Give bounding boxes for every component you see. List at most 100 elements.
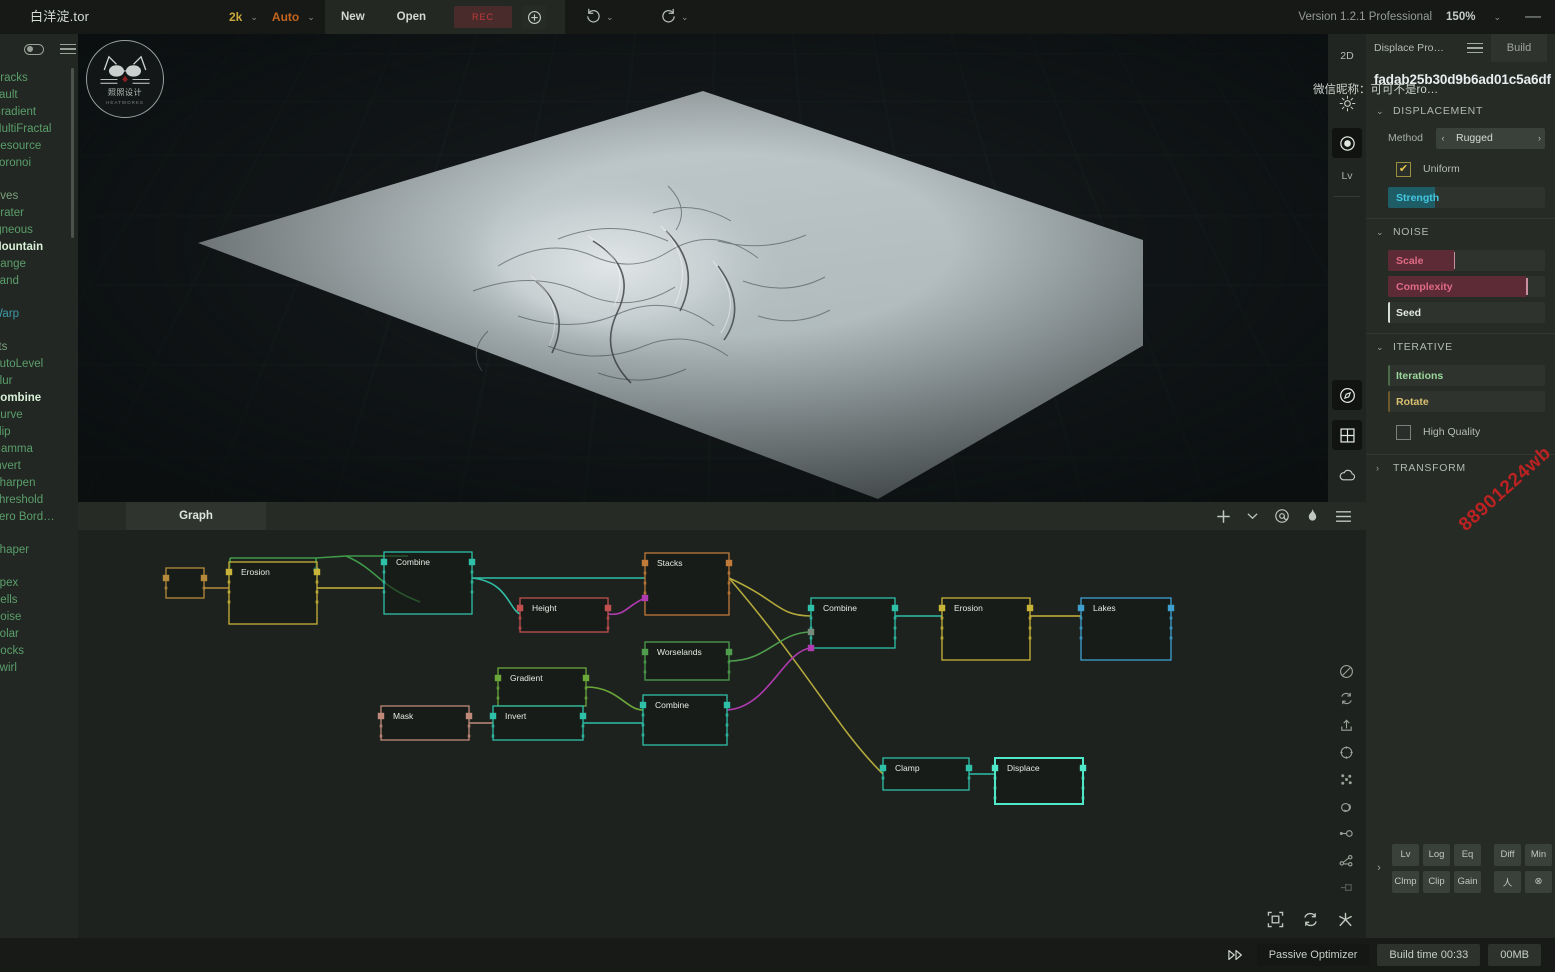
graph-node-port[interactable] bbox=[1167, 604, 1175, 612]
mode-value[interactable]: Auto bbox=[268, 10, 303, 24]
viewport-3d[interactable]: 照照设计 HEATWORKS bbox=[78, 34, 1368, 502]
graph-node-port-small[interactable] bbox=[893, 626, 897, 630]
graph-node-port[interactable] bbox=[807, 628, 815, 636]
graph-node-port-small[interactable] bbox=[1081, 796, 1085, 800]
graph-node-clamp[interactable]: Clamp bbox=[879, 757, 973, 791]
graph-node-port-small[interactable] bbox=[496, 686, 500, 690]
sidebar-item-shaper[interactable]: Shaper bbox=[0, 542, 78, 559]
zoom-level[interactable]: 150% bbox=[1446, 11, 1475, 23]
sidebar-item-voronoi[interactable]: Voronoi bbox=[0, 155, 78, 172]
chevron-down-icon[interactable]: ⌄ bbox=[1376, 342, 1385, 353]
high-quality-row[interactable]: High Quality bbox=[1396, 420, 1555, 444]
graph-node-port-small[interactable] bbox=[725, 723, 729, 727]
redo-chevron-down-icon[interactable]: ⌄ bbox=[681, 12, 689, 23]
scatter-icon[interactable] bbox=[1339, 772, 1354, 787]
min-button[interactable]: Min bbox=[1525, 843, 1552, 866]
graph-node-port[interactable] bbox=[991, 764, 999, 772]
graph-node-port-small[interactable] bbox=[641, 723, 645, 727]
graph-node-port-small[interactable] bbox=[606, 626, 610, 630]
graph-node-port-small[interactable] bbox=[893, 636, 897, 640]
clmp-button[interactable]: Clmp bbox=[1392, 870, 1419, 893]
sidebar-item-nts[interactable]: nts bbox=[0, 339, 78, 356]
graph-node-port-small[interactable] bbox=[641, 713, 645, 717]
graph-node-port-small[interactable] bbox=[1169, 616, 1173, 620]
graph-node-invert[interactable]: Invert bbox=[489, 705, 587, 741]
graph-node-port[interactable] bbox=[938, 604, 946, 612]
graph-node-combine[interactable]: Combine bbox=[380, 551, 476, 615]
graph-node-erosion[interactable]: Erosion bbox=[225, 561, 321, 625]
hamburger-menu-icon[interactable] bbox=[60, 41, 76, 58]
graph-node-displace[interactable]: Displace bbox=[991, 757, 1087, 805]
chevron-right-icon[interactable]: › bbox=[1538, 133, 1541, 143]
graph-node-port-small[interactable] bbox=[470, 570, 474, 574]
at-sign-icon[interactable] bbox=[1274, 508, 1290, 524]
sidebar-item-flip[interactable]: Flip bbox=[0, 424, 78, 441]
graph-node-port[interactable] bbox=[604, 604, 612, 612]
graph-node-gradient[interactable]: Gradient bbox=[494, 667, 590, 707]
sidebar-item-itives[interactable]: itives bbox=[0, 188, 78, 205]
graph-node-port-small[interactable] bbox=[1169, 626, 1173, 630]
sidebar-item-cracks[interactable]: Cracks bbox=[0, 70, 78, 87]
graph-node-port-small[interactable] bbox=[727, 660, 731, 664]
graph-node-mask[interactable]: Mask bbox=[377, 705, 473, 741]
graph-node-port[interactable] bbox=[639, 701, 647, 709]
graph-node-port-small[interactable] bbox=[643, 670, 647, 674]
graph-node-port-small[interactable] bbox=[727, 591, 731, 595]
graph-node-port[interactable] bbox=[579, 712, 587, 720]
graph-node-port-small[interactable] bbox=[382, 580, 386, 584]
sidebar-item-invert[interactable]: Invert bbox=[0, 458, 78, 475]
uniform-checkbox[interactable]: ✔ bbox=[1396, 161, 1411, 177]
sidebar-item-range[interactable]: Range bbox=[0, 256, 78, 273]
gain-button[interactable]: Gain bbox=[1454, 870, 1481, 893]
sidebar-item-fault[interactable]: Fault bbox=[0, 87, 78, 104]
graph-node-port-small[interactable] bbox=[1028, 626, 1032, 630]
sidebar-item-mountain[interactable]: Mountain bbox=[0, 239, 78, 256]
grid-icon[interactable] bbox=[1332, 420, 1362, 450]
rotate-slider[interactable]: Rotate bbox=[1388, 391, 1545, 412]
sidebar-item-gradient[interactable]: Gradient bbox=[0, 104, 78, 121]
graph-node-port-small[interactable] bbox=[643, 571, 647, 575]
graph-node-combine[interactable]: Combine bbox=[639, 694, 731, 746]
graph-node-port-small[interactable] bbox=[643, 591, 647, 595]
high-quality-checkbox[interactable] bbox=[1396, 424, 1411, 440]
eq-button[interactable]: Eq bbox=[1454, 843, 1481, 866]
graph-node-port-small[interactable] bbox=[518, 616, 522, 620]
passive-optimizer-status[interactable]: Passive Optimizer bbox=[1256, 944, 1370, 966]
graph-node-port[interactable] bbox=[468, 558, 476, 566]
graph-node-port[interactable] bbox=[725, 648, 733, 656]
graph-node-port-small[interactable] bbox=[164, 586, 168, 590]
hamburger-menu-icon[interactable] bbox=[1467, 40, 1483, 57]
graph-node-port-small[interactable] bbox=[727, 670, 731, 674]
graph-node-port[interactable] bbox=[807, 644, 815, 652]
graph-node-port-small[interactable] bbox=[727, 581, 731, 585]
sidebar-scrollbar[interactable] bbox=[71, 68, 74, 238]
graph-node-port[interactable] bbox=[641, 559, 649, 567]
chevron-down-icon[interactable]: ⌄ bbox=[1376, 106, 1385, 117]
undo-icon[interactable] bbox=[585, 6, 602, 28]
graph-node-port-small[interactable] bbox=[809, 616, 813, 620]
resolution-chevron-down-icon[interactable]: ⌄ bbox=[250, 12, 258, 23]
chevron-left-icon[interactable]: ‹ bbox=[1436, 133, 1450, 143]
graph-node-port-small[interactable] bbox=[1169, 636, 1173, 640]
graph-node-port[interactable] bbox=[200, 574, 208, 582]
graph-node-stacks[interactable]: Stacks bbox=[641, 552, 733, 616]
graph-node-port-small[interactable] bbox=[382, 590, 386, 594]
graph-node-port-small[interactable] bbox=[1028, 616, 1032, 620]
graph-node-port-small[interactable] bbox=[491, 734, 495, 738]
graph-node-port-small[interactable] bbox=[1081, 776, 1085, 780]
graph-node-port[interactable] bbox=[879, 764, 887, 772]
sidebar-item-gamma[interactable]: Gamma bbox=[0, 441, 78, 458]
sidebar-item-sand[interactable]: Sand bbox=[0, 273, 78, 290]
graph-node-port-small[interactable] bbox=[967, 776, 971, 780]
log-button[interactable]: Log bbox=[1423, 843, 1450, 866]
sidebar-item-combine[interactable]: Combine bbox=[0, 390, 78, 407]
toggle-switch-icon[interactable] bbox=[24, 43, 44, 55]
refresh-icon[interactable] bbox=[1339, 691, 1354, 706]
graph-node-n0[interactable] bbox=[162, 567, 208, 599]
resolution-value[interactable]: 2k bbox=[225, 10, 246, 24]
graph-node-port[interactable] bbox=[1077, 604, 1085, 612]
orbit-icon[interactable] bbox=[1339, 799, 1354, 814]
record-button[interactable]: REC bbox=[454, 6, 513, 28]
diff-button[interactable]: Diff bbox=[1494, 843, 1521, 866]
graph-node-port[interactable] bbox=[494, 674, 502, 682]
